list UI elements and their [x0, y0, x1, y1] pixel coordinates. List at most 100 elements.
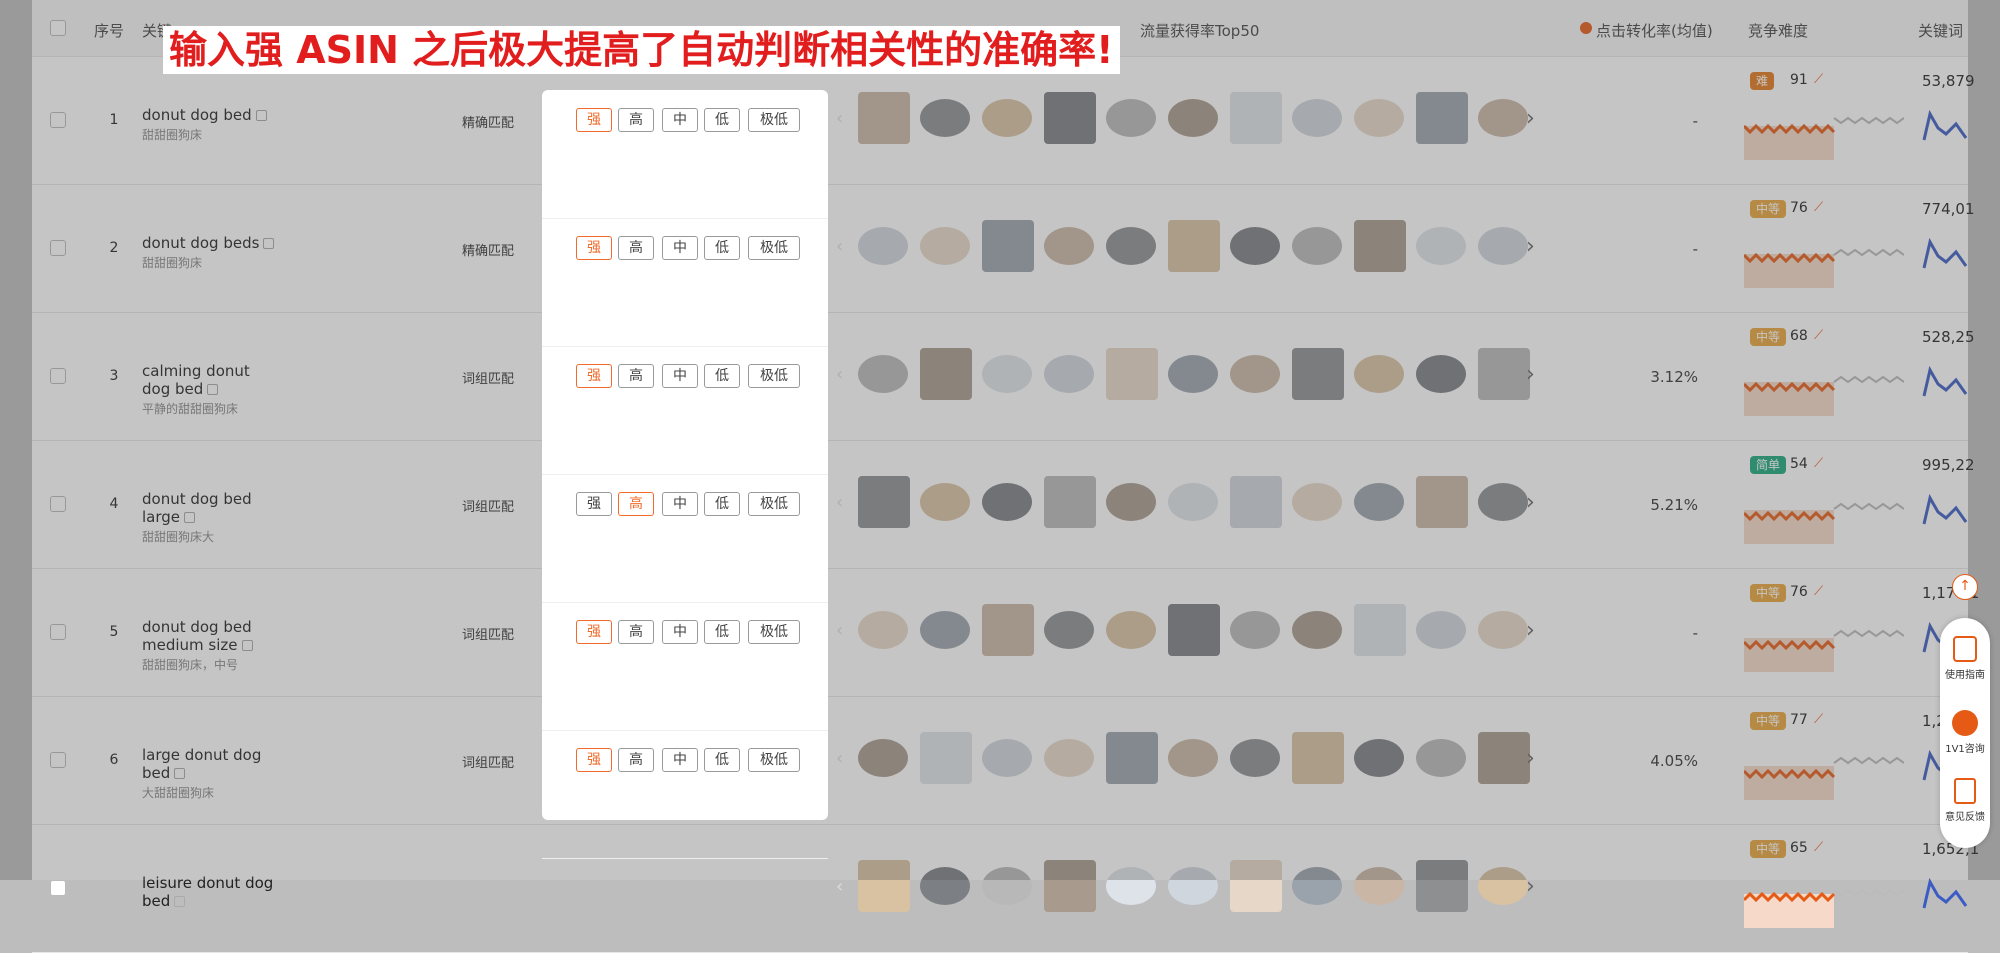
- keyword-cell[interactable]: donut dog beds 甜甜圈狗床: [142, 234, 282, 272]
- product-thumbnail[interactable]: [1354, 355, 1404, 393]
- carousel-prev-icon[interactable]: ‹: [836, 620, 843, 641]
- product-thumbnail[interactable]: [858, 355, 908, 393]
- consult-button[interactable]: 1V1咨询: [1940, 710, 1990, 755]
- carousel-next-icon[interactable]: ›: [1526, 874, 1535, 899]
- relevance-level-button[interactable]: 强: [576, 108, 612, 132]
- product-thumbnail[interactable]: [1354, 739, 1404, 777]
- relevance-level-button[interactable]: 高: [618, 236, 654, 260]
- copy-icon[interactable]: [184, 512, 196, 523]
- product-thumbnail[interactable]: [1230, 92, 1282, 144]
- product-thumbnail[interactable]: [1292, 611, 1342, 649]
- relevance-level-button[interactable]: 强: [576, 364, 612, 388]
- product-thumbnail[interactable]: [1106, 483, 1156, 521]
- relevance-level-button[interactable]: 低: [704, 492, 740, 516]
- product-thumbnail[interactable]: [1354, 867, 1404, 905]
- row-checkbox[interactable]: [50, 752, 66, 768]
- product-thumbnail[interactable]: [1416, 611, 1466, 649]
- relevance-level-button[interactable]: 极低: [748, 620, 800, 644]
- product-thumbnail[interactable]: [1478, 348, 1530, 400]
- relevance-level-button[interactable]: 高: [618, 364, 654, 388]
- product-thumbnail[interactable]: [1292, 867, 1342, 905]
- product-thumbnail[interactable]: [1292, 227, 1342, 265]
- product-thumbnail[interactable]: [1416, 476, 1468, 528]
- product-thumbnail[interactable]: [1168, 355, 1218, 393]
- relevance-level-button[interactable]: 高: [618, 748, 654, 772]
- carousel-next-icon[interactable]: ›: [1526, 746, 1535, 771]
- header-keyword-volume[interactable]: 关键词: [1918, 20, 1963, 41]
- relevance-level-button[interactable]: 高: [618, 108, 654, 132]
- product-thumbnail[interactable]: [1168, 604, 1220, 656]
- relevance-level-button[interactable]: 极低: [748, 748, 800, 772]
- feedback-button[interactable]: 意见反馈: [1940, 778, 1990, 823]
- relevance-level-button[interactable]: 中: [662, 620, 698, 644]
- product-thumbnail[interactable]: [1478, 732, 1530, 784]
- relevance-level-button[interactable]: 中: [662, 108, 698, 132]
- relevance-level-button[interactable]: 极低: [748, 236, 800, 260]
- product-thumbnail[interactable]: [1416, 860, 1468, 912]
- product-thumbnail[interactable]: [858, 227, 908, 265]
- keyword-cell[interactable]: donut dog bed large 甜甜圈狗床大: [142, 490, 282, 546]
- product-thumbnail[interactable]: [920, 867, 970, 905]
- product-thumbnail[interactable]: [982, 99, 1032, 137]
- copy-icon[interactable]: [263, 238, 275, 249]
- copy-icon[interactable]: [241, 640, 253, 651]
- product-thumbnail[interactable]: [920, 611, 970, 649]
- product-thumbnail[interactable]: [1478, 99, 1528, 137]
- product-thumbnail[interactable]: [920, 732, 972, 784]
- relevance-level-button[interactable]: 中: [662, 748, 698, 772]
- copy-icon[interactable]: [174, 896, 186, 907]
- product-thumbnail[interactable]: [982, 867, 1032, 905]
- header-traffic[interactable]: 流量获得率Top50: [1140, 20, 1259, 41]
- relevance-level-button[interactable]: 极低: [748, 108, 800, 132]
- product-thumbnail[interactable]: [1292, 99, 1342, 137]
- trend-icon[interactable]: ⟋: [1814, 72, 1823, 87]
- relevance-level-button[interactable]: 高: [618, 620, 654, 644]
- product-thumbnail[interactable]: [982, 739, 1032, 777]
- product-thumbnail[interactable]: [1292, 732, 1344, 784]
- keyword-cell[interactable]: donut dog bed medium size 甜甜圈狗床，中号: [142, 618, 282, 674]
- carousel-next-icon[interactable]: ›: [1526, 490, 1535, 515]
- copy-icon[interactable]: [255, 110, 267, 121]
- product-thumbnail[interactable]: [858, 92, 910, 144]
- product-thumbnail[interactable]: [1292, 483, 1342, 521]
- product-thumbnail[interactable]: [1230, 860, 1282, 912]
- product-thumbnail[interactable]: [1106, 348, 1158, 400]
- carousel-next-icon[interactable]: ›: [1526, 106, 1535, 131]
- relevance-level-button[interactable]: 中: [662, 492, 698, 516]
- product-thumbnail[interactable]: [1044, 739, 1094, 777]
- product-thumbnail[interactable]: [1106, 867, 1156, 905]
- product-thumbnail[interactable]: [982, 604, 1034, 656]
- relevance-level-button[interactable]: 极低: [748, 364, 800, 388]
- product-thumbnail[interactable]: [1168, 220, 1220, 272]
- relevance-level-button[interactable]: 低: [704, 236, 740, 260]
- product-thumbnail[interactable]: [1230, 476, 1282, 528]
- product-thumbnail[interactable]: [1354, 604, 1406, 656]
- product-thumbnail[interactable]: [1230, 227, 1280, 265]
- carousel-next-icon[interactable]: ›: [1526, 362, 1535, 387]
- header-conversion[interactable]: 点击转化率(均值): [1596, 20, 1713, 41]
- scroll-top-icon[interactable]: ↑: [1952, 574, 1978, 600]
- product-thumbnail[interactable]: [1416, 227, 1466, 265]
- carousel-prev-icon[interactable]: ‹: [836, 876, 843, 897]
- relevance-level-button[interactable]: 强: [576, 620, 612, 644]
- carousel-next-icon[interactable]: ›: [1526, 234, 1535, 259]
- relevance-level-button[interactable]: 低: [704, 364, 740, 388]
- row-checkbox[interactable]: [50, 112, 66, 128]
- relevance-level-button[interactable]: 低: [704, 748, 740, 772]
- product-thumbnail[interactable]: [1168, 99, 1218, 137]
- product-thumbnail[interactable]: [1044, 611, 1094, 649]
- product-thumbnail[interactable]: [1478, 227, 1528, 265]
- keyword-cell[interactable]: calming donut dog bed 平静的甜甜圈狗床: [142, 362, 282, 418]
- keyword-cell[interactable]: donut dog bed 甜甜圈狗床: [142, 106, 282, 144]
- relevance-level-button[interactable]: 中: [662, 236, 698, 260]
- product-thumbnail[interactable]: [1044, 227, 1094, 265]
- product-thumbnail[interactable]: [858, 476, 910, 528]
- product-thumbnail[interactable]: [1106, 611, 1156, 649]
- product-thumbnail[interactable]: [1044, 355, 1094, 393]
- product-thumbnail[interactable]: [982, 483, 1032, 521]
- select-all-checkbox[interactable]: [50, 20, 66, 36]
- product-thumbnail[interactable]: [920, 348, 972, 400]
- guide-button[interactable]: 使用指南: [1940, 636, 1990, 681]
- product-thumbnail[interactable]: [920, 227, 970, 265]
- row-checkbox[interactable]: [50, 240, 66, 256]
